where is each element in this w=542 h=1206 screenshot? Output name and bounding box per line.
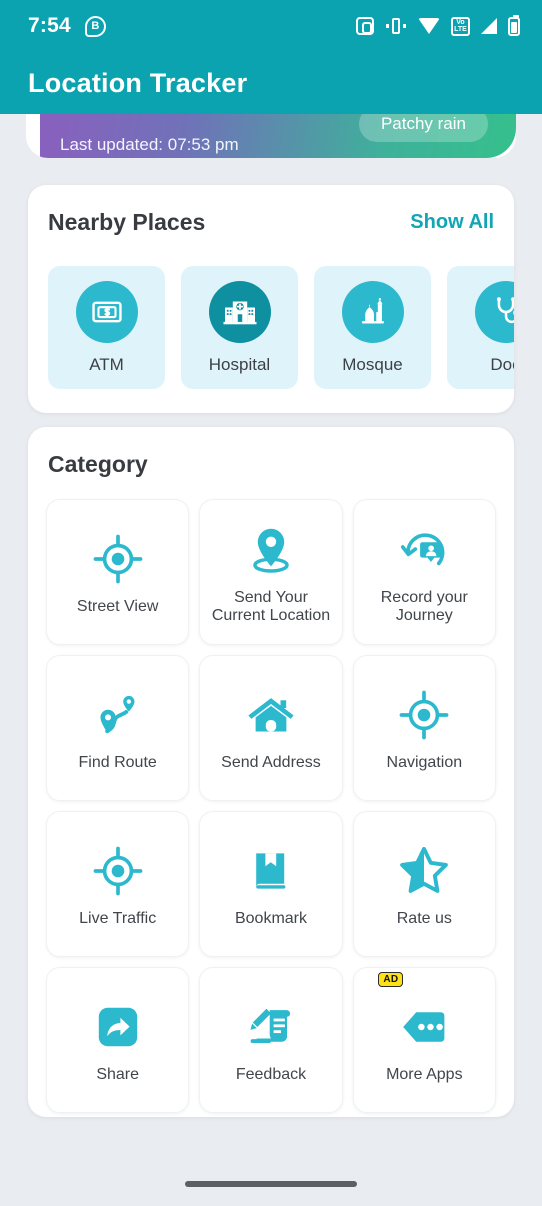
- category-tile-label: Send Your Current Location: [211, 588, 331, 624]
- notification-badge-icon: B: [84, 15, 106, 37]
- status-bar-right: Vo LTE: [356, 14, 520, 36]
- category-grid[interactable]: Street View Send Your Current Location R…: [46, 499, 496, 1113]
- weather-card[interactable]: Patchy rain Last updated: 07:53 pm: [26, 114, 516, 158]
- category-tile-send-current-location[interactable]: Send Your Current Location: [199, 499, 343, 645]
- category-tile-label: Live Traffic: [79, 909, 157, 927]
- nearby-place-label: Doc: [490, 354, 514, 374]
- category-tile-label: Share: [96, 1065, 140, 1083]
- category-tile-label: Bookmark: [234, 909, 307, 927]
- feedback-icon: [245, 996, 297, 1058]
- hospital-icon: [208, 280, 271, 343]
- category-tile-label: Find Route: [78, 753, 157, 771]
- category-tile-label: Navigation: [386, 753, 463, 771]
- category-tile-navigation[interactable]: Navigation: [352, 655, 496, 801]
- nearby-place-doctor[interactable]: Doc: [447, 266, 514, 389]
- nearby-place-mosque[interactable]: Mosque: [314, 266, 431, 389]
- home-gesture-pill[interactable]: [185, 1181, 357, 1187]
- battery-icon: [508, 14, 520, 36]
- category-tile-label: Send Address: [221, 753, 321, 771]
- category-tile-label: More Apps: [386, 1065, 463, 1083]
- status-time: 7:54: [28, 14, 71, 37]
- nearby-place-atm[interactable]: ATM: [48, 266, 165, 389]
- nearby-places-title: Nearby Places: [48, 209, 206, 235]
- scroll-content[interactable]: Patchy rain Last updated: 07:53 pm Nearb…: [0, 114, 542, 1206]
- app-screen: 7:54 B Vo LTE Location Tracker Patchy ra…: [0, 0, 542, 1206]
- app-bar: Location Tracker: [0, 52, 542, 114]
- status-bar-left: 7:54 B: [28, 14, 106, 38]
- nfc-icon: [356, 17, 374, 35]
- category-tile-street-view[interactable]: Street View: [46, 499, 190, 645]
- crosshair-icon: [92, 528, 144, 590]
- star-half-icon: [398, 840, 450, 902]
- vibrate-icon: [385, 17, 407, 35]
- volte-icon: Vo LTE: [451, 16, 470, 36]
- category-tile-label: Rate us: [396, 909, 452, 927]
- status-bar: 7:54 B Vo LTE: [0, 0, 542, 52]
- map-pin-icon: [245, 519, 297, 581]
- show-all-link[interactable]: Show All: [410, 211, 494, 234]
- category-tile-label: Record your Journey: [380, 588, 468, 624]
- category-tile-record-journey[interactable]: Record your Journey: [352, 499, 496, 645]
- weather-condition-chip: Patchy rain: [358, 114, 488, 142]
- nearby-place-label: Hospital: [208, 354, 271, 374]
- atm-icon: [75, 280, 138, 343]
- signal-icon: [481, 18, 497, 34]
- volte-top-label: Vo: [456, 19, 465, 26]
- nearby-place-hospital[interactable]: Hospital: [181, 266, 298, 389]
- bookmark-book-icon: [247, 840, 295, 902]
- category-tile-send-address[interactable]: Send Address: [199, 655, 343, 801]
- wifi-icon: [418, 18, 440, 34]
- home-icon: [245, 684, 297, 746]
- category-tile-bookmark[interactable]: Bookmark: [199, 811, 343, 957]
- nearby-place-label: Mosque: [342, 354, 403, 374]
- nearby-place-label: ATM: [89, 354, 124, 374]
- mosque-icon: [341, 280, 404, 343]
- system-navigation-bar: [0, 1162, 542, 1206]
- category-tile-rate-us[interactable]: Rate us: [352, 811, 496, 957]
- category-tile-share[interactable]: Share: [46, 967, 190, 1113]
- category-tile-label: Feedback: [235, 1065, 307, 1083]
- ad-badge: AD: [378, 972, 404, 987]
- crosshair-icon: [398, 684, 450, 746]
- nearby-places-list[interactable]: ATM Hospital Mosque Do: [48, 266, 514, 389]
- volte-bottom-label: LTE: [454, 26, 467, 33]
- last-updated-label: Last updated: 07:53 pm: [60, 135, 239, 154]
- nearby-places-card: Nearby Places Show All ATM Hospital Mosq…: [28, 185, 514, 413]
- page-title: Location Tracker: [28, 67, 248, 98]
- record-journey-icon: [398, 519, 450, 581]
- doctor-icon: [474, 280, 514, 343]
- crosshair-icon: [92, 840, 144, 902]
- share-icon: [94, 996, 142, 1058]
- category-card: Category Street View Send Your Current L…: [28, 427, 514, 1117]
- nearby-places-header: Nearby Places Show All: [48, 209, 494, 236]
- category-tile-label: Street View: [76, 597, 159, 615]
- category-tile-more-apps[interactable]: AD More Apps: [352, 967, 496, 1113]
- category-tile-live-traffic[interactable]: Live Traffic: [46, 811, 190, 957]
- route-icon: [92, 684, 144, 746]
- category-tile-feedback[interactable]: Feedback: [199, 967, 343, 1113]
- more-apps-icon: [398, 996, 450, 1058]
- category-title: Category: [48, 451, 148, 477]
- category-header: Category: [48, 451, 148, 478]
- category-tile-find-route[interactable]: Find Route: [46, 655, 190, 801]
